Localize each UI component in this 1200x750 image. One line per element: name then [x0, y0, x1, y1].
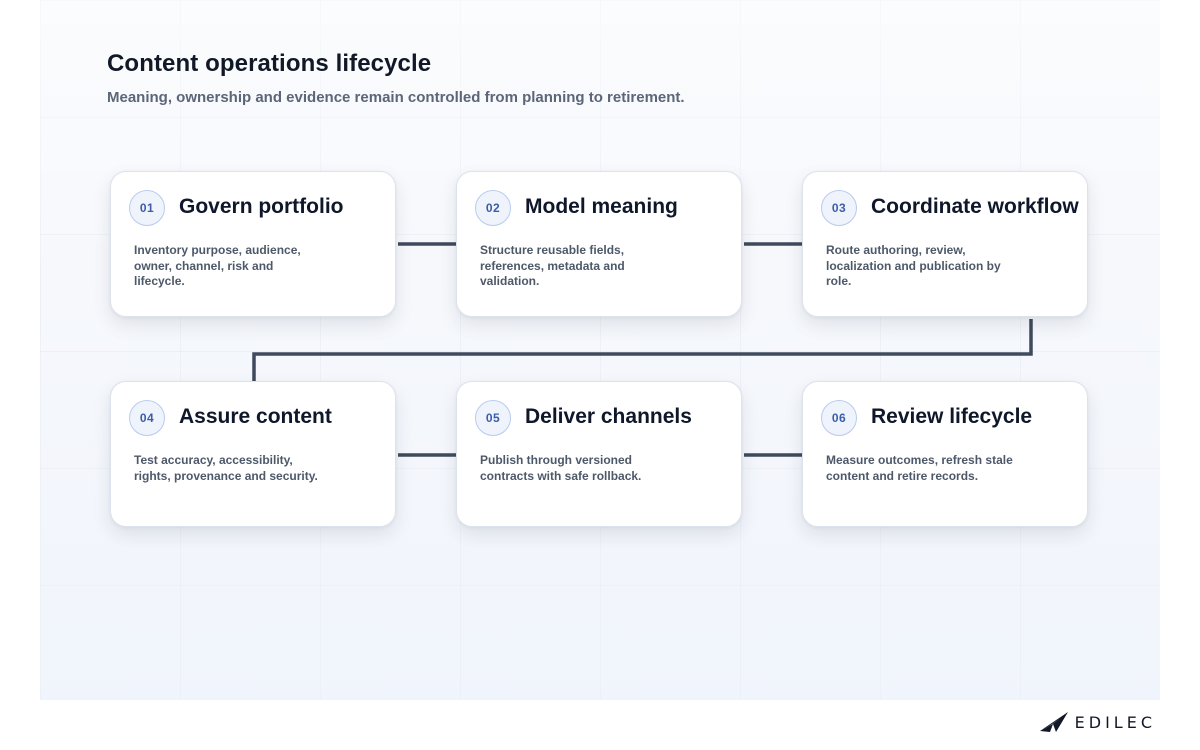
step-number-badge: 02 [475, 190, 511, 226]
step-title: Model meaning [525, 195, 678, 218]
brand-name: EDILEC [1074, 712, 1156, 732]
step-number-badge: 01 [129, 190, 165, 226]
step-number-badge: 06 [821, 400, 857, 436]
paper-plane-wing-icon [1039, 712, 1068, 732]
connector-lines [252, 242, 1033, 457]
step-title: Coordinate workflow [871, 195, 1079, 218]
step-card-04: 04 Assure content Test accuracy, accessi… [110, 381, 396, 527]
step-card-05: 05 Deliver channels Publish through vers… [456, 381, 742, 527]
step-card-03: 03 Coordinate workflow Route authoring, … [802, 171, 1088, 317]
step-title: Govern portfolio [179, 195, 344, 218]
step-number-badge: 05 [475, 400, 511, 436]
connector-03-04 [252, 319, 1033, 381]
step-card-06: 06 Review lifecycle Measure outcomes, re… [802, 381, 1088, 527]
step-description: Measure outcomes, refresh stale content … [826, 453, 1013, 483]
page-subtitle: Meaning, ownership and evidence remain c… [107, 89, 685, 106]
step-description: Test accuracy, accessibility, rights, pr… [134, 453, 318, 483]
step-title: Review lifecycle [871, 405, 1033, 428]
step-number-badge: 03 [821, 190, 857, 226]
step-number-badge: 04 [129, 400, 165, 436]
step-description: Inventory purpose, audience, owner, chan… [134, 243, 301, 288]
step-title: Assure content [179, 405, 332, 428]
step-description: Route authoring, review, localization an… [826, 243, 1001, 288]
step-description: Structure reusable fields, references, m… [480, 243, 625, 288]
step-card-02: 02 Model meaning Structure reusable fiel… [456, 171, 742, 317]
step-card-01: 01 Govern portfolio Inventory purpose, a… [110, 171, 396, 317]
step-description: Publish through versioned contracts with… [480, 453, 642, 483]
page-title: Content operations lifecycle [107, 50, 432, 77]
brand-logo: EDILEC [1039, 711, 1156, 733]
step-title: Deliver channels [525, 405, 692, 428]
